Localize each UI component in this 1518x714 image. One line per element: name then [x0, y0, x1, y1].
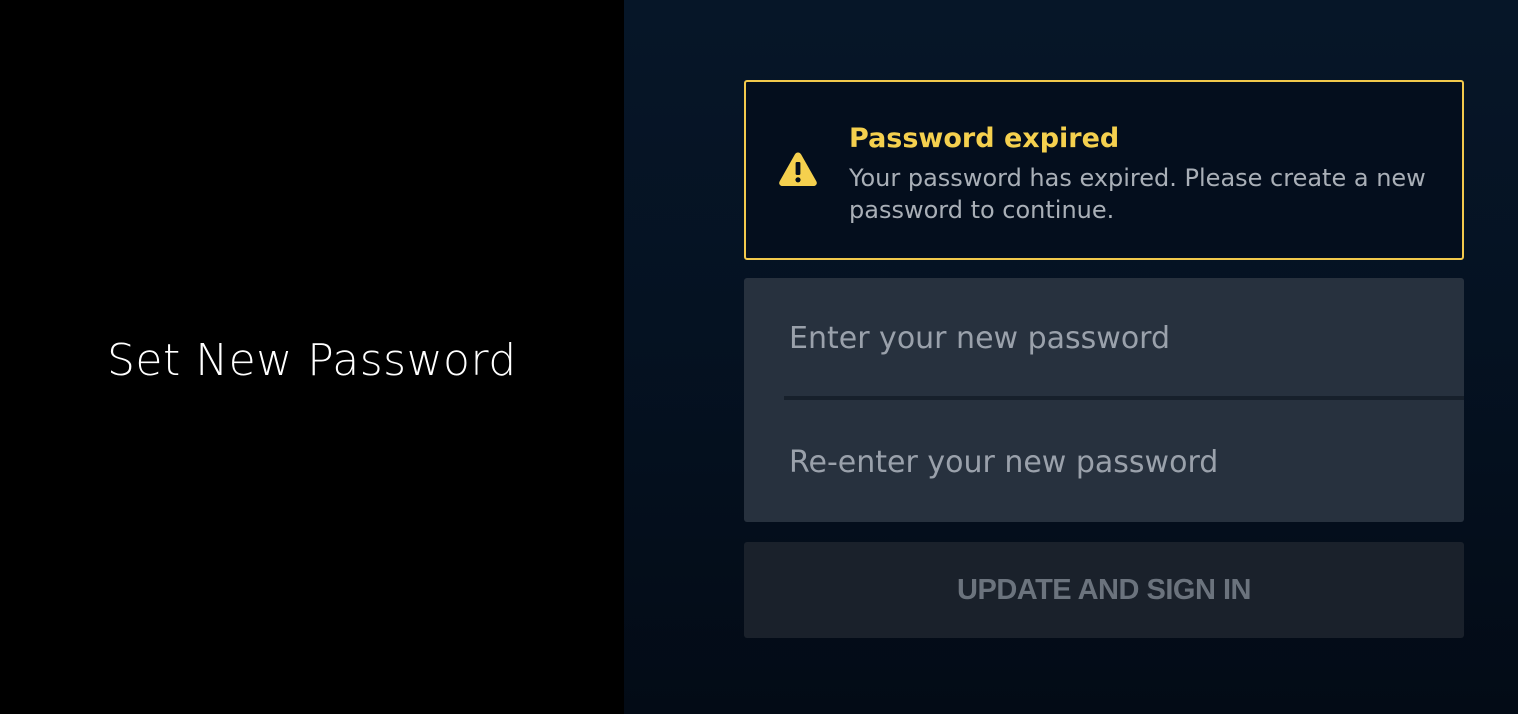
- password-expired-alert: Password expired Your password has expir…: [744, 80, 1464, 260]
- new-password-field-wrapper: [744, 278, 1464, 400]
- password-fields: [744, 278, 1464, 522]
- alert-title: Password expired: [849, 123, 1120, 154]
- new-password-input[interactable]: [744, 278, 1464, 398]
- page-title: Set New Password: [107, 335, 517, 386]
- confirm-password-input[interactable]: [744, 402, 1464, 522]
- set-password-screen: Set New Password Password expired Your p…: [0, 0, 1518, 714]
- confirm-password-field-wrapper: [744, 402, 1464, 522]
- field-divider: [784, 396, 1464, 400]
- left-panel: Set New Password: [0, 0, 624, 714]
- warning-triangle-icon: [779, 152, 817, 186]
- right-panel: Password expired Your password has expir…: [624, 0, 1518, 714]
- update-and-sign-in-button[interactable]: UPDATE AND SIGN IN: [744, 542, 1464, 638]
- alert-message: Your password has expired. Please create…: [849, 164, 1426, 224]
